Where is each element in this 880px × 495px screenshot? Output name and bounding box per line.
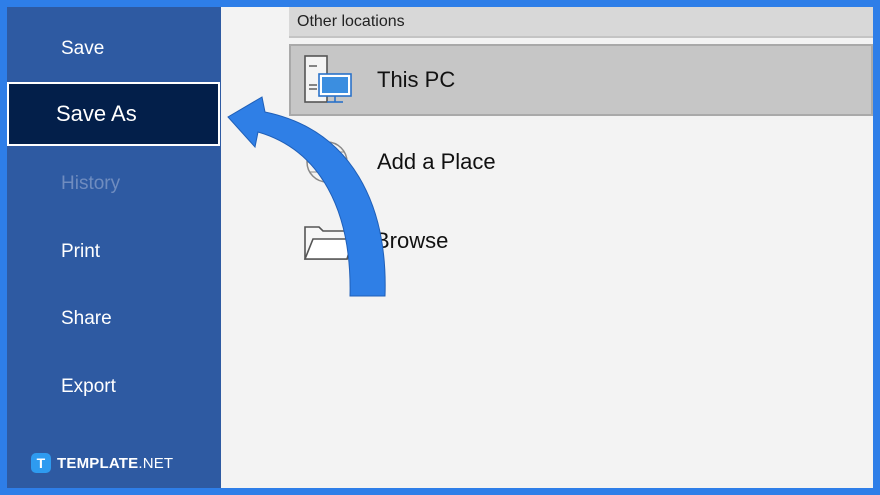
sidebar-item-print[interactable]: Print [7, 222, 221, 282]
location-this-pc[interactable]: This PC [289, 44, 873, 116]
sidebar: Save Save As History Print Share Export … [7, 7, 221, 488]
location-add-a-place[interactable]: Add a Place [289, 126, 873, 198]
sidebar-item-share[interactable]: Share [7, 289, 221, 349]
sidebar-item-export[interactable]: Export [7, 357, 221, 417]
section-header: Other locations [289, 7, 873, 38]
sidebar-item-label: Share [61, 308, 112, 329]
backstage-window: Save Save As History Print Share Export … [7, 7, 873, 488]
folder-icon [301, 213, 357, 269]
location-label: Add a Place [377, 149, 496, 174]
sidebar-item-label: History [61, 173, 121, 194]
brand-watermark: T TEMPLATE.NET [31, 453, 173, 473]
brand-name: TEMPLATE [57, 454, 139, 472]
location-browse[interactable]: Browse [289, 205, 873, 277]
sidebar-item-save[interactable]: Save [7, 19, 221, 79]
brand-suffix: .NET [138, 454, 174, 472]
sidebar-item-history: History [7, 154, 221, 214]
brand-logo-icon: T [31, 453, 51, 473]
computer-icon [303, 52, 359, 108]
sidebar-item-label: Save As [56, 101, 137, 126]
location-label: This PC [377, 67, 456, 92]
main-panel: Other locations This PC Add a Place Brow… [221, 7, 873, 488]
globe-icon [301, 134, 357, 190]
sidebar-item-label: Export [61, 376, 116, 397]
sidebar-item-save-as[interactable]: Save As [7, 82, 220, 146]
sidebar-item-label: Save [61, 38, 105, 59]
sidebar-item-label: Print [61, 241, 101, 262]
section-title: Other locations [297, 12, 405, 30]
location-label: Browse [375, 228, 449, 253]
screenshot-frame: Save Save As History Print Share Export … [0, 0, 880, 495]
